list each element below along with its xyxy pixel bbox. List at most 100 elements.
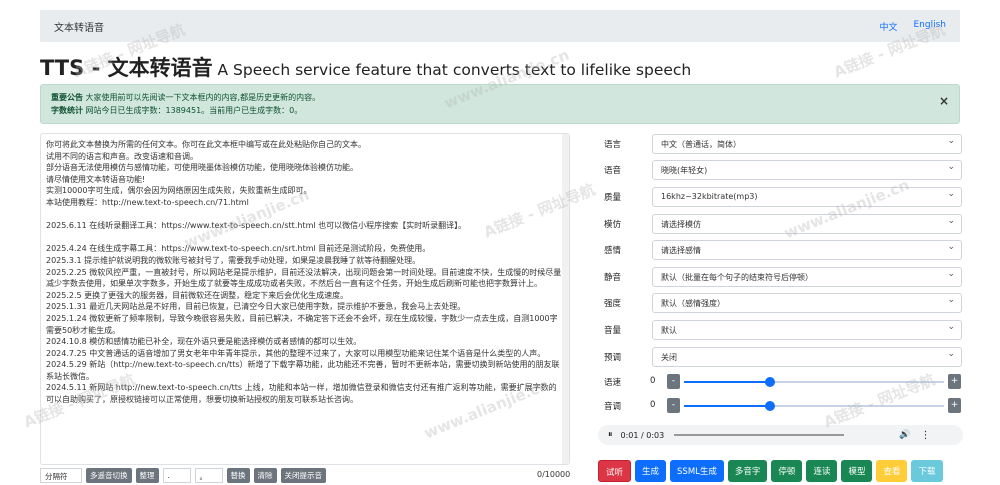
speed-slider-fill: [684, 381, 770, 383]
text-line: 你可将此文本替换为所需的任何文本。你可在此文本框中编写或在此处粘贴你自己的文本。: [46, 140, 366, 149]
replace-button[interactable]: 替换: [226, 468, 250, 483]
language-label: 语言: [604, 140, 622, 150]
audio-time: 0:01 / 0:03: [620, 430, 665, 440]
navbar-brand[interactable]: 文本转语音: [54, 19, 104, 34]
intensity-row: 强度 默认（感情强度）: [598, 293, 963, 313]
silence-label: 静音: [604, 273, 622, 283]
clear-button[interactable]: 清除: [253, 468, 277, 483]
text-line: 部分语音无法使用模仿与感情功能，可使用晓墨体验模仿功能，使用晓晓体验模仿功能。: [46, 163, 358, 173]
pitch-slider-fill: [684, 405, 770, 407]
action-buttons: 试听 生成 SSML生成 多音字 停顿 连读 模型 查看 下载: [598, 460, 943, 482]
notice-label: 重要公告: [51, 93, 83, 102]
preview-row: 预调 关闭: [598, 347, 963, 367]
count-label: 字数统计: [51, 106, 83, 115]
text-line: [46, 209, 564, 221]
quality-select[interactable]: 16khz~32kbitrate(mp3): [652, 187, 962, 207]
lang-zh-link[interactable]: 中文: [879, 20, 897, 33]
textarea-scrollbar[interactable]: [562, 134, 569, 464]
notice-alert: 重要公告 大家使用前可以先阅读一下文本框内的内容,都是历史更新的内容。 字数统计…: [40, 84, 960, 124]
text-line: 2025.6.11 在线听录翻译工具：https://www.text-to-s…: [46, 221, 467, 231]
count-text: 网站今日已生成字数：1389451。当前用户已生成字数：0。: [83, 106, 303, 115]
pitch-label: 音调: [604, 402, 622, 412]
text-line: 2025.1.31 最近几天网站总是不好用，目前已恢复，已清空今日大家已使用字数…: [46, 302, 466, 312]
speed-plus-button[interactable]: +: [948, 374, 961, 389]
page-title: TTS - 文本转语音 A Speech service feature tha…: [40, 52, 960, 82]
intensity-label: 强度: [604, 299, 622, 309]
text-line: 2025.2.5 更换了更强大的服务器，目前微软还在调整，稳定下来后会优化生成速…: [46, 290, 349, 300]
text-line: 2025.4.24 在线生成字幕工具：https://www.text-to-s…: [46, 244, 431, 254]
organize-button[interactable]: 整理: [135, 468, 159, 483]
download-button[interactable]: 下载: [911, 460, 943, 482]
find-input[interactable]: .: [162, 468, 191, 483]
emotion-label: 感情: [604, 246, 622, 256]
text-line: 本站使用教程：http://new.text-to-speech.cn/71.h…: [46, 197, 249, 207]
speed-slider-thumb[interactable]: [764, 377, 775, 387]
imitate-label: 模仿: [604, 220, 622, 230]
text-line: 2025.1.24 微软更新了频率限制，导致今晚很容易失败，目前已解决，不确定答…: [46, 313, 558, 335]
text-line: 2024.10.8 模仿和感情功能已补全，现在外语只要是能选择模仿或者感情的都可…: [46, 337, 362, 347]
generate-button[interactable]: 生成: [635, 460, 667, 482]
emotion-row: 感情 请选择感情: [598, 240, 963, 260]
pitch-plus-button[interactable]: +: [948, 398, 961, 413]
quality-label: 质量: [604, 193, 622, 203]
lang-en-link[interactable]: English: [914, 20, 947, 33]
language-select[interactable]: 中文（普通话，简体）: [652, 134, 962, 154]
navbar: 文本转语音 中文 English: [40, 10, 960, 42]
separator-input[interactable]: 分隔符: [40, 468, 82, 483]
alert-close-button[interactable]: ×: [939, 95, 949, 108]
pause-insert-button[interactable]: 停顿: [771, 460, 803, 482]
ssml-generate-button[interactable]: SSML生成: [670, 460, 724, 482]
char-counter: 0/10000: [537, 470, 571, 479]
page-title-main: TTS - 文本转语音: [40, 56, 213, 80]
speed-label: 语速: [604, 378, 622, 388]
voice-label: 语音: [604, 166, 622, 176]
preview-select[interactable]: 关闭: [652, 347, 962, 367]
pitch-row: 音调 0 - +: [598, 398, 963, 414]
more-options-icon[interactable]: ⋮: [920, 430, 930, 441]
speed-value: 0: [650, 376, 656, 386]
volume-icon[interactable]: 🔊: [899, 430, 910, 440]
speed-row: 语速 0 - +: [598, 374, 963, 390]
language-row: 语言 中文（普通话，简体）: [598, 134, 963, 154]
model-button[interactable]: 模型: [841, 460, 873, 482]
listen-button[interactable]: 试听: [598, 460, 632, 482]
polyphone-button[interactable]: 多音字: [727, 460, 768, 482]
text-line: 2024.7.25 中文普通话的语音增加了男女老年中年青年提示，其他的整理不过来…: [46, 348, 546, 358]
pitch-slider-thumb[interactable]: [764, 401, 775, 411]
text-line: 2024.5.11 新网站 http://new.text-to-speech.…: [46, 383, 557, 405]
preview-label: 预调: [604, 353, 622, 363]
text-line: 2024.5.29 新站（http://new.text-to-speech.c…: [46, 360, 560, 381]
close-hint-sound-button[interactable]: 关闭提示音: [280, 468, 326, 483]
text-input-area[interactable]: 你可将此文本替换为所需的任何文本。你可在此文本框中编写或在此处粘贴你自己的文本。…: [40, 133, 570, 465]
multi-voice-switch-button[interactable]: 多遥音切换: [86, 468, 132, 483]
view-button[interactable]: 查看: [876, 460, 908, 482]
pitch-value: 0: [650, 400, 656, 410]
language-switcher: 中文 English: [879, 20, 946, 33]
imitate-row: 模仿 请选择模仿: [598, 214, 963, 234]
text-line: [46, 232, 564, 244]
text-line: 实测10000字可生成，偶尔会因为网络原因生成失败，失败重新生成即可。: [46, 186, 312, 196]
emotion-select[interactable]: 请选择感情: [652, 240, 962, 260]
imitate-select[interactable]: 请选择模仿: [652, 214, 962, 234]
text-line: 请尽情使用文本转语音功能!: [46, 174, 146, 184]
speed-minus-button[interactable]: -: [667, 374, 680, 389]
volume-row: 音量 默认: [598, 320, 963, 340]
quality-row: 质量 16khz~32kbitrate(mp3): [598, 187, 963, 207]
intensity-select[interactable]: 默认（感情强度）: [652, 293, 962, 313]
page-title-sub: A Speech service feature that converts t…: [212, 61, 692, 79]
silence-row: 静音 默认（批量在每个句子的结束符号后停顿）: [598, 267, 963, 287]
text-tools-bar: 分隔符 多遥音切换 整理 . 。 替换 清除 关闭提示音: [40, 468, 326, 483]
pitch-minus-button[interactable]: -: [667, 398, 680, 413]
audio-progress-bar[interactable]: [674, 434, 845, 436]
silence-select[interactable]: 默认（批量在每个句子的结束符号后停顿）: [652, 267, 962, 287]
replace-input[interactable]: 。: [194, 468, 223, 483]
liaison-button[interactable]: 连读: [806, 460, 838, 482]
volume-select[interactable]: 默认: [652, 320, 962, 340]
voice-select[interactable]: 晓晓(年轻女): [652, 160, 962, 180]
volume-label: 音量: [604, 326, 622, 336]
notice-text: 大家使用前可以先阅读一下文本框内的内容,都是历史更新的内容。: [83, 93, 321, 102]
voice-row: 语音 晓晓(年轻女): [598, 160, 963, 180]
pause-icon[interactable]: ⏸: [608, 430, 613, 440]
text-line: 试用不同的语言和声音。改变语速和音调。: [46, 151, 198, 161]
audio-player: ⏸ 0:01 / 0:03 🔊 ⋮: [598, 425, 963, 445]
